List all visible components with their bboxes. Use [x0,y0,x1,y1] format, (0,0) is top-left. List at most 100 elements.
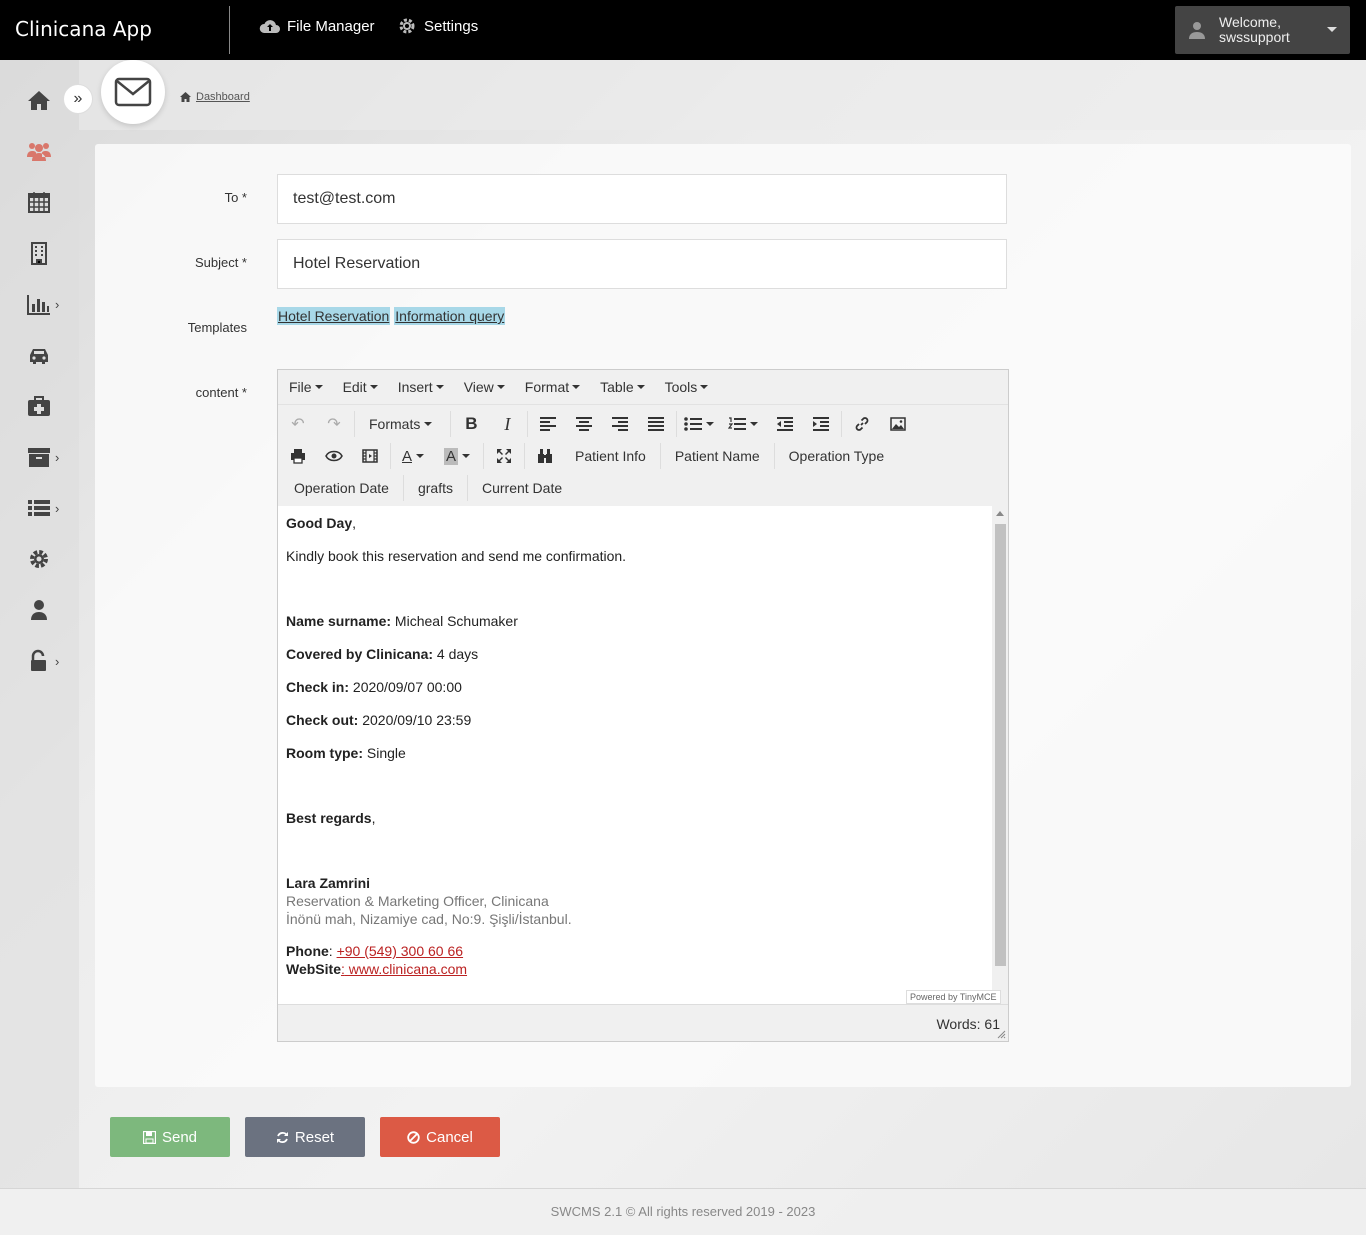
align-justify-icon [648,417,665,431]
caret-down-icon [424,422,433,426]
sidebar-item-lists[interactable]: › [26,494,66,522]
toolbar-separator [450,411,452,437]
website-link[interactable]: : www.clinicana.com [341,961,467,977]
formats-dropdown[interactable]: Formats [357,410,448,438]
patient-info-button[interactable]: Patient Info [563,442,658,470]
scrollbar-thumb[interactable] [995,524,1006,966]
sidebar-item-security[interactable]: › [26,647,66,675]
bullet-list-button[interactable] [679,410,723,438]
user-welcome: Welcome, swssupport [1219,15,1290,45]
print-button[interactable] [280,442,316,470]
menu-format[interactable]: Format [525,379,581,395]
sidebar-toggle-button[interactable]: » [63,84,93,114]
reset-button[interactable]: Reset [245,1117,365,1157]
app-title[interactable]: Clinicana App [15,17,152,41]
formats-label: Formats [369,416,421,432]
refresh-icon [276,1131,288,1143]
menu-table[interactable]: Table [600,379,645,395]
sidebar-item-patients[interactable] [26,137,66,165]
home-icon [180,92,191,102]
breadcrumb-dashboard-link[interactable]: Dashboard [196,91,250,103]
template-information-query[interactable]: Information query [394,307,506,325]
gear-icon [396,17,418,35]
sidebar-item-calendar[interactable] [26,188,66,216]
fullscreen-button[interactable] [486,442,522,470]
bold-button[interactable]: B [453,410,489,438]
align-left-button[interactable] [530,410,566,438]
send-button[interactable]: Send [110,1117,230,1157]
greeting-line: Good Day, [286,514,984,532]
numbered-list-button[interactable] [723,410,767,438]
subject-label: Subject * [194,255,247,270]
sidebar-item-home[interactable] [26,86,66,114]
preview-button[interactable] [316,442,352,470]
editor-scrollbar[interactable] [992,506,1008,1004]
insert-link-button[interactable] [844,410,880,438]
cancel-button[interactable]: Cancel [380,1117,500,1157]
operation-type-button[interactable]: Operation Type [777,442,896,470]
align-right-icon [612,417,629,431]
powered-by-tinymce[interactable]: Powered by TinyMCE [906,990,1001,1004]
align-left-icon [540,417,557,431]
signature-block: Lara Zamrini Reservation & Marketing Off… [286,874,984,928]
menu-edit[interactable]: Edit [343,379,378,395]
user-menu[interactable]: Welcome, swssupport [1175,6,1350,54]
sidebar-item-profile[interactable] [26,596,66,624]
insert-image-button[interactable] [880,410,916,438]
insert-media-button[interactable] [352,442,388,470]
italic-button[interactable]: I [489,410,525,438]
sidebar-item-settings[interactable] [26,545,66,573]
menu-file[interactable]: File [289,379,323,395]
chevron-right-icon: › [55,653,60,669]
patient-name-button[interactable]: Patient Name [663,442,772,470]
settings-link[interactable]: Settings [396,17,478,35]
editor-toolbar-row-3: Operation Date grafts Current Date [282,472,574,504]
sidebar-item-transfers[interactable] [26,341,66,369]
website-url: www.clinicana.com [344,961,468,977]
resize-handle-icon[interactable] [997,1030,1006,1039]
subject-field[interactable]: Hotel Reservation [277,239,1007,289]
building-icon [31,242,47,265]
sidebar-item-medical[interactable] [26,392,66,420]
background-color-button[interactable]: A [437,442,481,470]
find-replace-button[interactable] [527,442,563,470]
template-hotel-reservation[interactable]: Hotel Reservation [277,307,391,325]
align-center-button[interactable] [566,410,602,438]
scroll-up-arrow-icon[interactable] [996,511,1004,516]
caret-down-icon [435,385,444,389]
text-color-button[interactable]: A [393,442,437,470]
operation-date-button[interactable]: Operation Date [282,474,401,502]
menu-edit-label: Edit [342,379,367,395]
undo-button[interactable]: ↶ [280,410,316,438]
to-field[interactable]: test@test.com [277,174,1007,224]
editor-content[interactable]: Good Day, Kindly book this reservation a… [278,506,992,1004]
indent-button[interactable] [803,410,839,438]
sidebar-item-hotels[interactable] [26,239,66,267]
templates-label: Templates [187,320,247,335]
contact-block: Phone: +90 (549) 300 60 66 WebSite: www.… [286,942,984,978]
menu-tools[interactable]: Tools [665,379,709,395]
current-date-button[interactable]: Current Date [470,474,574,502]
room-value: Single [363,745,406,761]
redo-button[interactable]: ↷ [316,410,352,438]
grafts-button[interactable]: grafts [406,474,465,502]
sidebar-item-reports[interactable]: › [26,290,66,318]
toolbar-separator [773,443,775,469]
sidebar-item-archive[interactable]: › [26,443,66,471]
toolbar-separator [483,443,484,469]
align-right-button[interactable] [602,410,638,438]
outdent-button[interactable] [767,410,803,438]
user-avatar-icon [1189,21,1205,39]
phone-link[interactable]: +90 (549) 300 60 66 [337,943,464,959]
regards-comma: , [371,810,376,826]
top-navbar: Clinicana App File Manager Settings Welc… [0,0,1366,60]
file-manager-link[interactable]: File Manager [259,17,375,35]
menu-view[interactable]: View [464,379,505,395]
checkout-label: Check out: [286,712,359,728]
toolbar-separator [354,411,355,437]
menu-insert[interactable]: Insert [398,379,444,395]
align-justify-button[interactable] [638,410,674,438]
greeting-text: Good Day [286,515,353,531]
